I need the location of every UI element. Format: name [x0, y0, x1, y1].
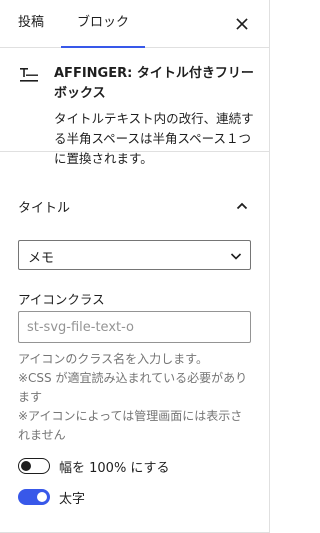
help-line: アイコンのクラス名を入力します。: [18, 352, 208, 366]
close-icon[interactable]: [232, 14, 252, 34]
help-line: ※アイコンによっては管理画面には表示されません: [18, 409, 243, 442]
block-title: AFFINGER: タイトル付きフリーボックス: [54, 66, 254, 101]
select-value: メモ: [28, 251, 55, 266]
tab-block[interactable]: ブロック: [61, 0, 145, 48]
title-section-toggle[interactable]: タイトル: [0, 186, 270, 226]
box-style-select[interactable]: メモ: [18, 240, 251, 270]
toggle-knob: [37, 492, 47, 502]
block-card: AFFINGER: タイトル付きフリーボックス タイトルテキスト内の改行、連続す…: [0, 48, 270, 166]
sidebar-tabs: 投稿 ブロック: [0, 0, 270, 48]
toggle-knob: [21, 461, 31, 471]
help-line: ※CSS が適宜読み込まれている必要があります: [18, 371, 248, 404]
block-settings-sidebar: 投稿 ブロック AFFINGER: タイトル付きフリーボックス タイトルテキスト…: [0, 0, 270, 533]
icon-class-label: アイコンクラス: [18, 292, 105, 307]
icon-class-input[interactable]: [18, 311, 251, 343]
section-title: タイトル: [18, 201, 71, 216]
chevron-down-icon: [228, 248, 244, 264]
toggle-switch-off[interactable]: [18, 458, 50, 474]
tab-post[interactable]: 投稿: [18, 0, 44, 48]
block-description: タイトルテキスト内の改行、連続する半角スペースは半角スペース１つに置換されます。: [54, 111, 254, 166]
bold-label: 太字: [59, 492, 86, 507]
icon-class-help: アイコンのクラス名を入力します。 ※CSS が適宜読み込まれている必要があります…: [18, 350, 254, 445]
full-width-label: 幅を 100% にする: [59, 461, 170, 476]
title-block-icon: [18, 65, 42, 89]
toggle-switch-on[interactable]: [18, 489, 50, 505]
chevron-up-icon: [234, 198, 250, 214]
